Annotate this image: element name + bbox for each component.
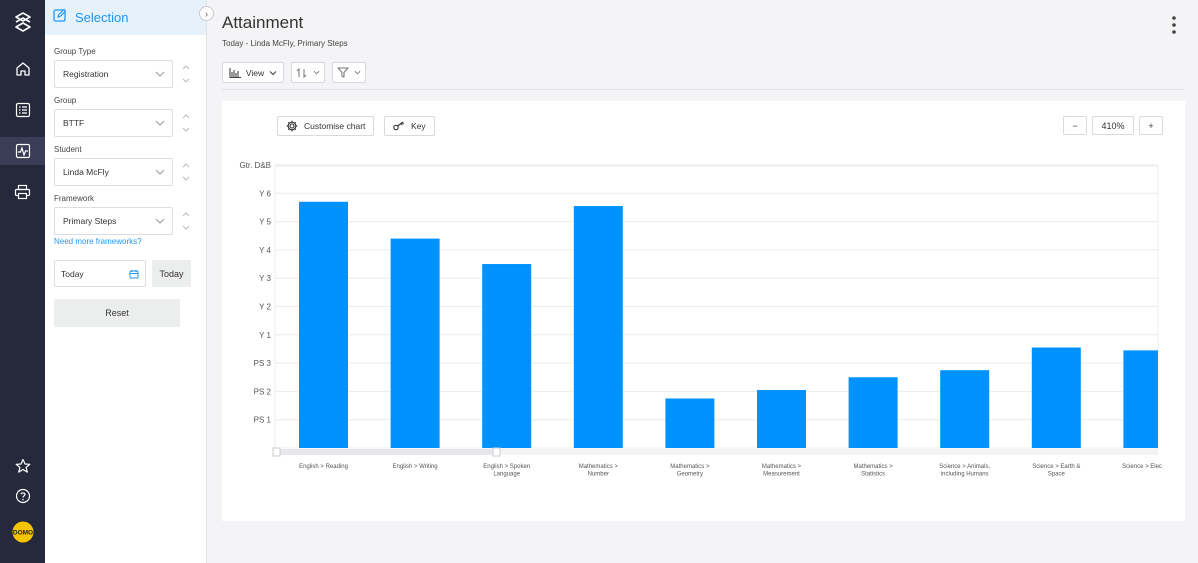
avatar[interactable]: DOMO <box>0 518 45 546</box>
framework-select[interactable]: Primary Steps <box>54 207 173 235</box>
x-tick-label: Mathematics > <box>762 464 802 470</box>
scroll-range <box>275 449 497 455</box>
bar <box>757 389 806 448</box>
bar <box>1123 350 1158 448</box>
sort-button[interactable] <box>291 62 325 83</box>
view-button[interactable]: View <box>222 62 284 83</box>
x-tick-label: Language <box>493 472 520 478</box>
chevron-down-icon <box>155 218 165 224</box>
y-tick-label: Y 4 <box>259 246 271 255</box>
logo-icon[interactable] <box>0 8 45 36</box>
framework-label: Framework <box>54 194 95 203</box>
panel-title: Selection <box>75 10 129 25</box>
panel-header: Selection <box>45 0 206 35</box>
x-tick-label: Mathematics > <box>579 464 619 470</box>
x-tick-label: Mathematics > <box>854 464 894 470</box>
y-tick-label: Gtr. D&B <box>239 161 271 170</box>
help-icon[interactable] <box>0 482 45 510</box>
chevron-down-icon <box>155 120 165 126</box>
y-tick-label: PS 3 <box>254 359 272 368</box>
chevron-down-icon <box>155 169 165 175</box>
print-icon[interactable] <box>0 178 45 206</box>
group-select[interactable]: BTTF <box>54 109 173 137</box>
group-type-value: Registration <box>63 69 109 79</box>
app-rail: DOMO <box>0 0 45 563</box>
star-icon[interactable] <box>0 452 45 480</box>
group-label: Group <box>54 96 77 105</box>
date-value: Today <box>61 268 84 279</box>
divider <box>222 89 1185 90</box>
bar <box>1031 347 1081 448</box>
group-type-select[interactable]: Registration <box>54 60 173 88</box>
calendar-icon[interactable] <box>129 269 139 279</box>
bar <box>940 370 990 448</box>
page-title: Attainment <box>222 13 304 32</box>
bar <box>848 377 898 448</box>
bar <box>665 398 715 448</box>
filter-icon <box>337 67 349 78</box>
x-tick-label: Science > Earth & <box>1032 464 1080 470</box>
activity-icon[interactable] <box>0 137 45 165</box>
attainment-chart: PS 1 PS 2 PS 3 Y 1 Y 2 Y 3 Y 4 Y 5 Y 6 Gtr. D&B En… <box>239 161 1162 478</box>
chevron-down-icon <box>354 70 361 75</box>
bar <box>299 201 348 448</box>
x-tick-label: Science > Elec <box>1122 464 1162 470</box>
bar <box>573 206 623 448</box>
edit-icon <box>53 8 67 27</box>
chevron-down-icon <box>269 70 277 75</box>
student-value: Linda McFly <box>63 167 109 177</box>
y-tick-label: Y 1 <box>259 331 271 340</box>
home-icon[interactable] <box>0 55 45 83</box>
date-input[interactable]: Today <box>54 260 146 287</box>
x-tick-label: Measurement <box>763 472 800 478</box>
student-label: Student <box>54 145 82 154</box>
chevron-down-icon <box>313 70 320 75</box>
more-options-icon[interactable] <box>1168 15 1180 35</box>
x-tick-label: English > Spoken <box>483 464 530 470</box>
x-tick-label: Statistics <box>861 472 885 478</box>
collapse-panel-button[interactable]: › <box>199 6 214 21</box>
x-tick-label: Science > Animals, <box>939 464 990 470</box>
group-value: BTTF <box>63 118 85 128</box>
y-tick-label: Y 6 <box>259 189 271 198</box>
y-tick-label: Y 2 <box>259 303 271 312</box>
stepper-icon[interactable] <box>181 210 191 232</box>
bar-chart-icon <box>229 67 241 78</box>
x-tick-label: Space <box>1048 472 1066 478</box>
reset-button[interactable]: Reset <box>54 299 180 327</box>
student-select[interactable]: Linda McFly <box>54 158 173 186</box>
group-type-label: Group Type <box>54 47 96 56</box>
x-tick-label: English > Writing <box>393 464 438 470</box>
view-label: View <box>245 67 265 78</box>
scroll-handle-right[interactable] <box>492 447 501 457</box>
stepper-icon[interactable] <box>181 161 191 183</box>
x-tick-label: including Humans <box>941 472 989 478</box>
sort-icon <box>296 67 307 78</box>
stepper-icon[interactable] <box>181 63 191 85</box>
x-tick-label: Mathematics > <box>670 464 710 470</box>
chevron-down-icon <box>155 71 165 77</box>
today-button[interactable]: Today <box>152 260 191 287</box>
y-tick-label: Y 5 <box>259 218 271 227</box>
y-tick-label: PS 1 <box>254 416 272 425</box>
list-icon[interactable] <box>0 96 45 124</box>
x-tick-label: Geometry <box>677 472 703 478</box>
more-frameworks-link[interactable]: Need more frameworks? <box>54 237 142 246</box>
scroll-handle-left[interactable] <box>272 447 281 457</box>
chart-card: Customise chart Key − 410% + PS 1 PS 2 PS … <box>222 101 1185 521</box>
svg-text:DOMO: DOMO <box>12 530 32 537</box>
stepper-icon[interactable] <box>181 112 191 134</box>
framework-value: Primary Steps <box>63 216 117 226</box>
bar <box>482 264 532 448</box>
y-tick-label: Y 3 <box>259 274 271 283</box>
y-tick-label: PS 2 <box>254 387 272 396</box>
page-subtitle: Today - Linda McFly, Primary Steps <box>222 39 348 48</box>
bar <box>390 238 440 448</box>
x-tick-label: Number <box>588 472 609 478</box>
filter-button[interactable] <box>332 62 366 83</box>
selection-panel: Selection Group Type Registration Group … <box>45 0 207 563</box>
x-tick-label: English > Reading <box>299 464 348 470</box>
